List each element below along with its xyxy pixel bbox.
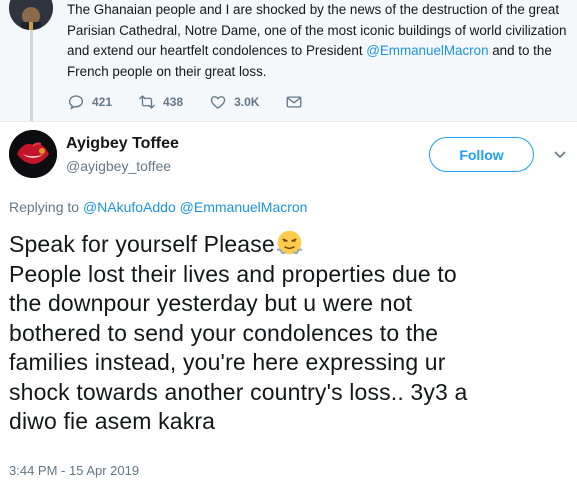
tweet-line: People lost their lives and properties d… bbox=[9, 260, 457, 287]
tweet-line: families instead, you're here expressing… bbox=[9, 349, 446, 375]
parent-tweet: The Ghanaian people and I are shocked by… bbox=[0, 0, 577, 121]
mention-link[interactable]: @NAkufoAddo bbox=[83, 199, 176, 215]
avatar[interactable] bbox=[9, 130, 57, 178]
tweet-line: shock towards another country's loss.. 3… bbox=[9, 378, 468, 405]
parent-mention-link[interactable]: @EmmanuelMacron bbox=[366, 43, 488, 58]
retweet-icon bbox=[139, 95, 155, 109]
replying-to: Replying to @NAkufoAddo @EmmanuelMacron bbox=[9, 199, 307, 215]
heart-icon bbox=[210, 96, 226, 109]
face-with-steam-from-nose-icon bbox=[276, 230, 303, 255]
parent-avatar[interactable] bbox=[9, 0, 53, 30]
tweet-line: diwo fie asem kakra bbox=[9, 408, 216, 434]
tweet-line: Speak for yourself Please bbox=[9, 228, 569, 260]
reply-count: 421 bbox=[92, 95, 113, 109]
retweet-action[interactable]: 438 bbox=[138, 93, 183, 111]
like-count: 3.0K bbox=[234, 95, 260, 109]
replying-to-label: Replying to bbox=[9, 199, 83, 215]
chevron-down-icon[interactable] bbox=[553, 148, 567, 162]
mention-link[interactable]: @EmmanuelMacron bbox=[180, 199, 308, 215]
direct-message-action[interactable] bbox=[285, 93, 310, 111]
like-action[interactable]: 3.0K bbox=[209, 93, 259, 111]
tweet-line: the downpour yesterday but u were not bbox=[9, 290, 413, 316]
envelope-icon bbox=[286, 96, 302, 108]
reply-action[interactable]: 421 bbox=[67, 93, 112, 111]
user-handle[interactable]: @ayigbey_toffee bbox=[66, 158, 171, 174]
follow-button[interactable]: Follow bbox=[429, 137, 534, 172]
reply-icon bbox=[68, 95, 84, 110]
tweet-line: bothered to send your condolences to the bbox=[9, 319, 439, 346]
retweet-count: 438 bbox=[163, 95, 184, 109]
divider bbox=[0, 121, 577, 122]
tweet-text: Speak for yourself Please People lost th… bbox=[9, 228, 569, 437]
tweet-line-text: Speak for yourself Please bbox=[9, 231, 275, 257]
display-name[interactable]: Ayigbey Toffee bbox=[66, 135, 179, 153]
parent-action-bar: 421 438 3.0K bbox=[67, 92, 310, 112]
parent-tweet-text: The Ghanaian people and I are shocked by… bbox=[67, 0, 567, 82]
timestamp[interactable]: 3:44 PM - 15 Apr 2019 bbox=[9, 463, 139, 478]
thread-line bbox=[30, 26, 33, 121]
